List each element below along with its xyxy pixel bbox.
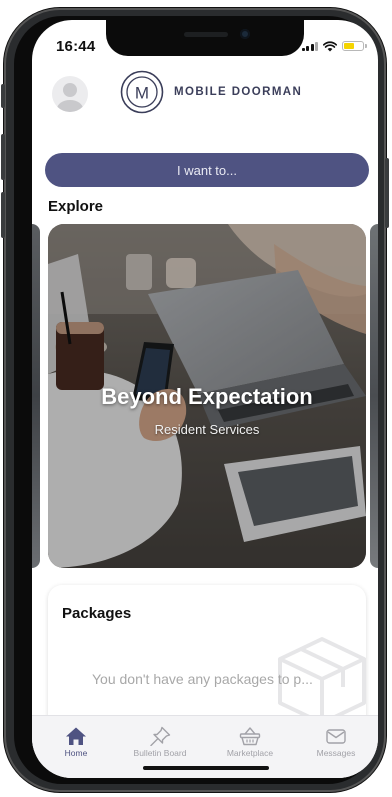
tab-bulletin-board[interactable]: Bulletin Board (122, 726, 198, 758)
explore-card-title: Beyond Expectation (101, 384, 313, 409)
brand-lockup: M MOBILE DOORMAN (120, 70, 302, 114)
i-want-to-button[interactable]: I want to... (45, 153, 369, 187)
tab-marketplace[interactable]: Marketplace (212, 726, 288, 758)
signal-icon (301, 41, 318, 51)
status-indicators (301, 40, 367, 52)
explore-heading: Explore (48, 198, 104, 215)
brand-name: MOBILE DOORMAN (174, 86, 303, 98)
packages-title: Packages (62, 605, 132, 622)
tab-messages[interactable]: Messages (298, 726, 374, 758)
speaker-grille (184, 32, 228, 37)
wifi-icon (323, 40, 337, 51)
previous-card-peek[interactable] (32, 224, 40, 568)
tab-home[interactable]: Home (38, 726, 114, 758)
power-button (385, 158, 389, 228)
mobile-doorman-logo: M (120, 70, 164, 114)
status-time: 16:44 (56, 38, 96, 55)
silent-switch (1, 84, 5, 108)
battery-icon (342, 41, 367, 51)
volume-up-button (1, 134, 5, 180)
tab-marketplace-label: Marketplace (226, 748, 274, 758)
logo-letter: M (135, 84, 149, 103)
packages-empty-message: You don't have any packages to p... (92, 671, 313, 687)
home-icon (66, 727, 86, 745)
explore-card[interactable]: Beyond Expectation Resident Services (48, 224, 366, 568)
envelope-icon (326, 729, 346, 744)
explore-card-subtitle: Resident Services (154, 422, 260, 437)
volume-down-button (1, 192, 5, 238)
packages-card[interactable]: Packages You don't have any packages to … (48, 585, 366, 735)
next-card-peek[interactable] (370, 224, 378, 568)
tab-home-label: Home (64, 748, 88, 758)
avatar-icon[interactable] (52, 76, 88, 112)
notch (106, 20, 304, 56)
front-camera (240, 29, 250, 39)
tab-bulletin-board-label: Bulletin Board (133, 748, 187, 758)
tab-messages-label: Messages (316, 748, 356, 758)
bottom-tab-bar: Home Bulletin Board Marketplace Messages (32, 715, 378, 778)
pushpin-icon (150, 726, 171, 746)
home-indicator[interactable] (143, 766, 269, 770)
app-screen: 16:44 M MOBILE DOORMAN I want to... Expl… (32, 20, 378, 778)
basket-icon (239, 727, 261, 746)
